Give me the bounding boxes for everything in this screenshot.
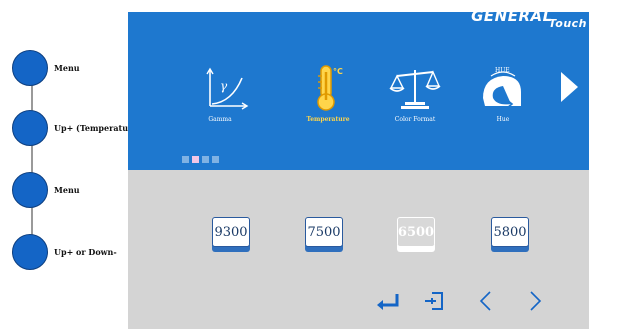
step-dot	[12, 110, 48, 146]
osd-panel: GENERALTouch γ Gamma °C Temperature Colo…	[128, 7, 589, 329]
step-dot	[12, 50, 48, 86]
left-arrow-icon[interactable]	[474, 290, 500, 312]
page-dot	[202, 156, 209, 163]
menu-item-temperature[interactable]: °C Temperature	[288, 62, 368, 123]
right-arrow-icon[interactable]	[522, 290, 548, 312]
page-dot	[182, 156, 189, 163]
menu-item-gamma[interactable]: γ Gamma	[180, 62, 260, 123]
exit-icon[interactable]	[422, 290, 448, 312]
step-1: Menu	[12, 50, 80, 86]
menu-item-label: Hue	[496, 116, 510, 123]
step-label: Up+ or Down-	[54, 247, 117, 257]
step-connector-line	[31, 58, 33, 258]
scale-icon	[389, 70, 441, 109]
step-dot	[12, 234, 48, 270]
page-dot	[192, 156, 199, 163]
page-dot	[212, 156, 219, 163]
svg-text:γ: γ	[220, 79, 228, 93]
preset-5800-button[interactable]: 5800	[491, 217, 529, 253]
gamma-icon: γ	[206, 67, 249, 110]
step-4: Up+ or Down-	[12, 234, 117, 270]
step-3: Menu	[12, 172, 80, 208]
hue-icon: HUE	[483, 67, 521, 109]
menu-item-label: Color Format	[394, 116, 436, 123]
menu-item-label: Temperature	[306, 116, 350, 123]
menu-item-hue[interactable]: HUE Hue	[463, 62, 543, 123]
brand-logo: GENERALTouch	[471, 7, 587, 30]
step-dot	[12, 172, 48, 208]
preset-6500-button[interactable]: 6500	[397, 217, 435, 253]
menu-item-color-format[interactable]: Color Format	[375, 62, 455, 123]
enter-icon[interactable]	[375, 290, 401, 312]
menu-next-arrow-icon[interactable]	[558, 70, 580, 104]
menu-item-label: Gamma	[208, 116, 232, 123]
step-label: Menu	[54, 185, 80, 195]
svg-text:°C: °C	[333, 67, 343, 76]
step-2: Up+ (Temperature)	[12, 110, 141, 146]
step-label: Menu	[54, 63, 80, 73]
preset-9300-button[interactable]: 9300	[212, 217, 250, 253]
osd-menu-area: GENERALTouch γ Gamma °C Temperature Colo…	[128, 7, 589, 170]
menu-page-indicator	[182, 156, 219, 163]
thermometer-icon: °C	[317, 65, 343, 111]
preset-7500-button[interactable]: 7500	[305, 217, 343, 253]
